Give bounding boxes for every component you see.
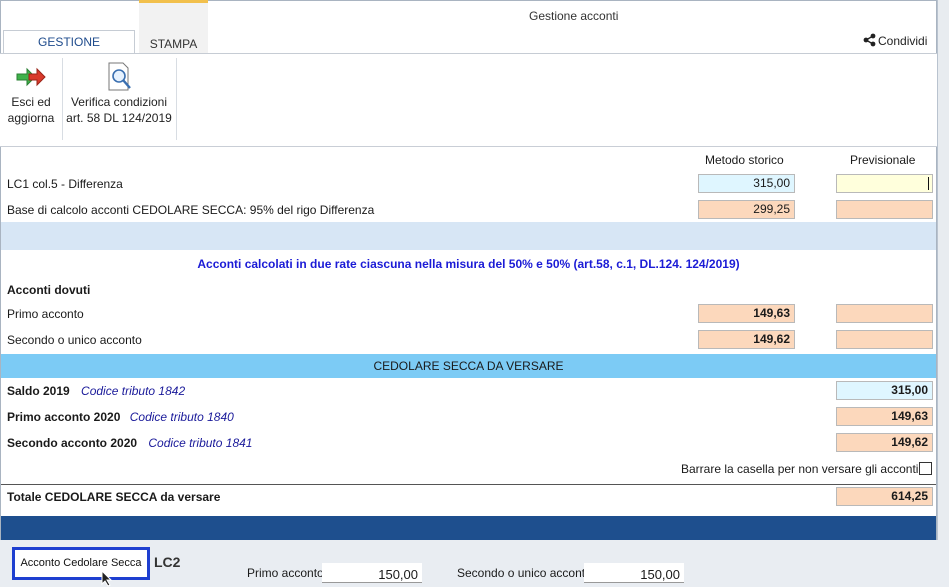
secondo-acconto-label: Secondo o unico acconto <box>7 333 142 347</box>
bg-secondo-acconto-label: Secondo o unico acconto <box>457 566 592 580</box>
total-label: Totale CEDOLARE SECCA da versare <box>7 490 221 504</box>
base-previsionale-field <box>836 200 933 219</box>
text-caret <box>928 177 929 190</box>
primo-acconto-previsionale-field <box>836 304 933 323</box>
saldo-field[interactable]: 315,00 <box>836 381 933 400</box>
exit-update-button[interactable]: Esci ed aggiorna <box>5 58 57 126</box>
non-versare-checkbox[interactable] <box>919 462 932 475</box>
mouse-cursor-icon <box>101 570 113 587</box>
bg-primo-acconto-label: Primo acconto <box>247 566 324 580</box>
total-field: 614,25 <box>836 487 933 506</box>
share-label: Condividi <box>878 34 928 48</box>
exit-label-2: aggiorna <box>7 111 55 125</box>
section-label-lc2: LC2 <box>154 554 181 570</box>
lc1-label: LC1 col.5 - Differenza <box>7 177 123 191</box>
background-right-panel <box>937 0 949 587</box>
base-storico-field: 299,25 <box>698 200 795 219</box>
secondo-acconto-2020-field: 149,62 <box>836 433 933 452</box>
cedolare-secca-band: CEDOLARE SECCA DA VERSARE <box>1 354 936 378</box>
verify-label-1: Verifica condizioni <box>70 95 168 109</box>
secondo-acconto-2020-label: Secondo acconto 2020 <box>7 436 138 450</box>
verify-conditions-button[interactable]: Verifica condizioni art. 58 DL 124/2019 <box>66 58 172 126</box>
bg-primo-acconto-field[interactable]: 150,00 <box>322 563 422 583</box>
secondo-acconto-previsionale-field <box>836 330 933 349</box>
separator-band <box>1 222 936 250</box>
lc1-previsionale-field[interactable] <box>836 174 933 193</box>
verify-label-2: art. 58 DL 124/2019 <box>66 111 172 125</box>
saldo-row: Saldo 2019 Codice tributo 1842 <box>7 384 185 398</box>
ribbon-separator <box>62 58 63 140</box>
primo-acconto-2020-row: Primo acconto 2020 Codice tributo 1840 <box>7 410 234 424</box>
column-header-storico: Metodo storico <box>705 153 784 167</box>
primo-acconto-2020-code: Codice tributo 1840 <box>129 410 234 424</box>
non-versare-label: Barrare la casella per non versare gli a… <box>681 462 919 476</box>
acconti-dovuti-heading: Acconti dovuti <box>7 283 91 297</box>
primo-acconto-2020-label: Primo acconto 2020 <box>7 410 121 424</box>
ribbon-separator <box>176 58 177 140</box>
dialog-footer-band <box>1 516 936 540</box>
document-magnifier-icon <box>108 62 131 91</box>
share-button[interactable]: Condividi <box>862 33 927 48</box>
saldo-code: Codice tributo 1842 <box>81 384 186 398</box>
column-header-previsionale: Previsionale <box>850 153 916 167</box>
exit-label-1: Esci ed <box>11 95 51 109</box>
primo-acconto-label: Primo acconto <box>7 307 84 321</box>
tab-stampa[interactable]: STAMPA <box>139 0 208 53</box>
primo-acconto-storico-field: 149,63 <box>698 304 795 323</box>
exit-arrow-icon <box>16 67 46 87</box>
window-title: Gestione acconti <box>529 9 619 23</box>
secondo-acconto-2020-row: Secondo acconto 2020 Codice tributo 1841 <box>7 436 252 450</box>
primo-acconto-2020-field: 149,63 <box>836 407 933 426</box>
saldo-label: Saldo 2019 <box>7 384 70 398</box>
secondo-acconto-storico-field: 149,62 <box>698 330 795 349</box>
share-icon <box>863 33 876 47</box>
tab-gestione-acconti[interactable]: GESTIONE ACCONTI <box>3 30 135 72</box>
base-calcolo-label: Base di calcolo acconti CEDOLARE SECCA: … <box>7 203 375 217</box>
lc1-storico-field[interactable]: 315,00 <box>698 174 795 193</box>
secondo-acconto-2020-code: Codice tributo 1841 <box>148 436 253 450</box>
bg-secondo-acconto-field[interactable]: 150,00 <box>584 563 684 583</box>
acconti-calcolati-title: Acconti calcolati in due rate ciascuna n… <box>197 257 740 271</box>
acconto-cedolare-secca-button[interactable]: Acconto Cedolare Secca <box>12 547 150 580</box>
